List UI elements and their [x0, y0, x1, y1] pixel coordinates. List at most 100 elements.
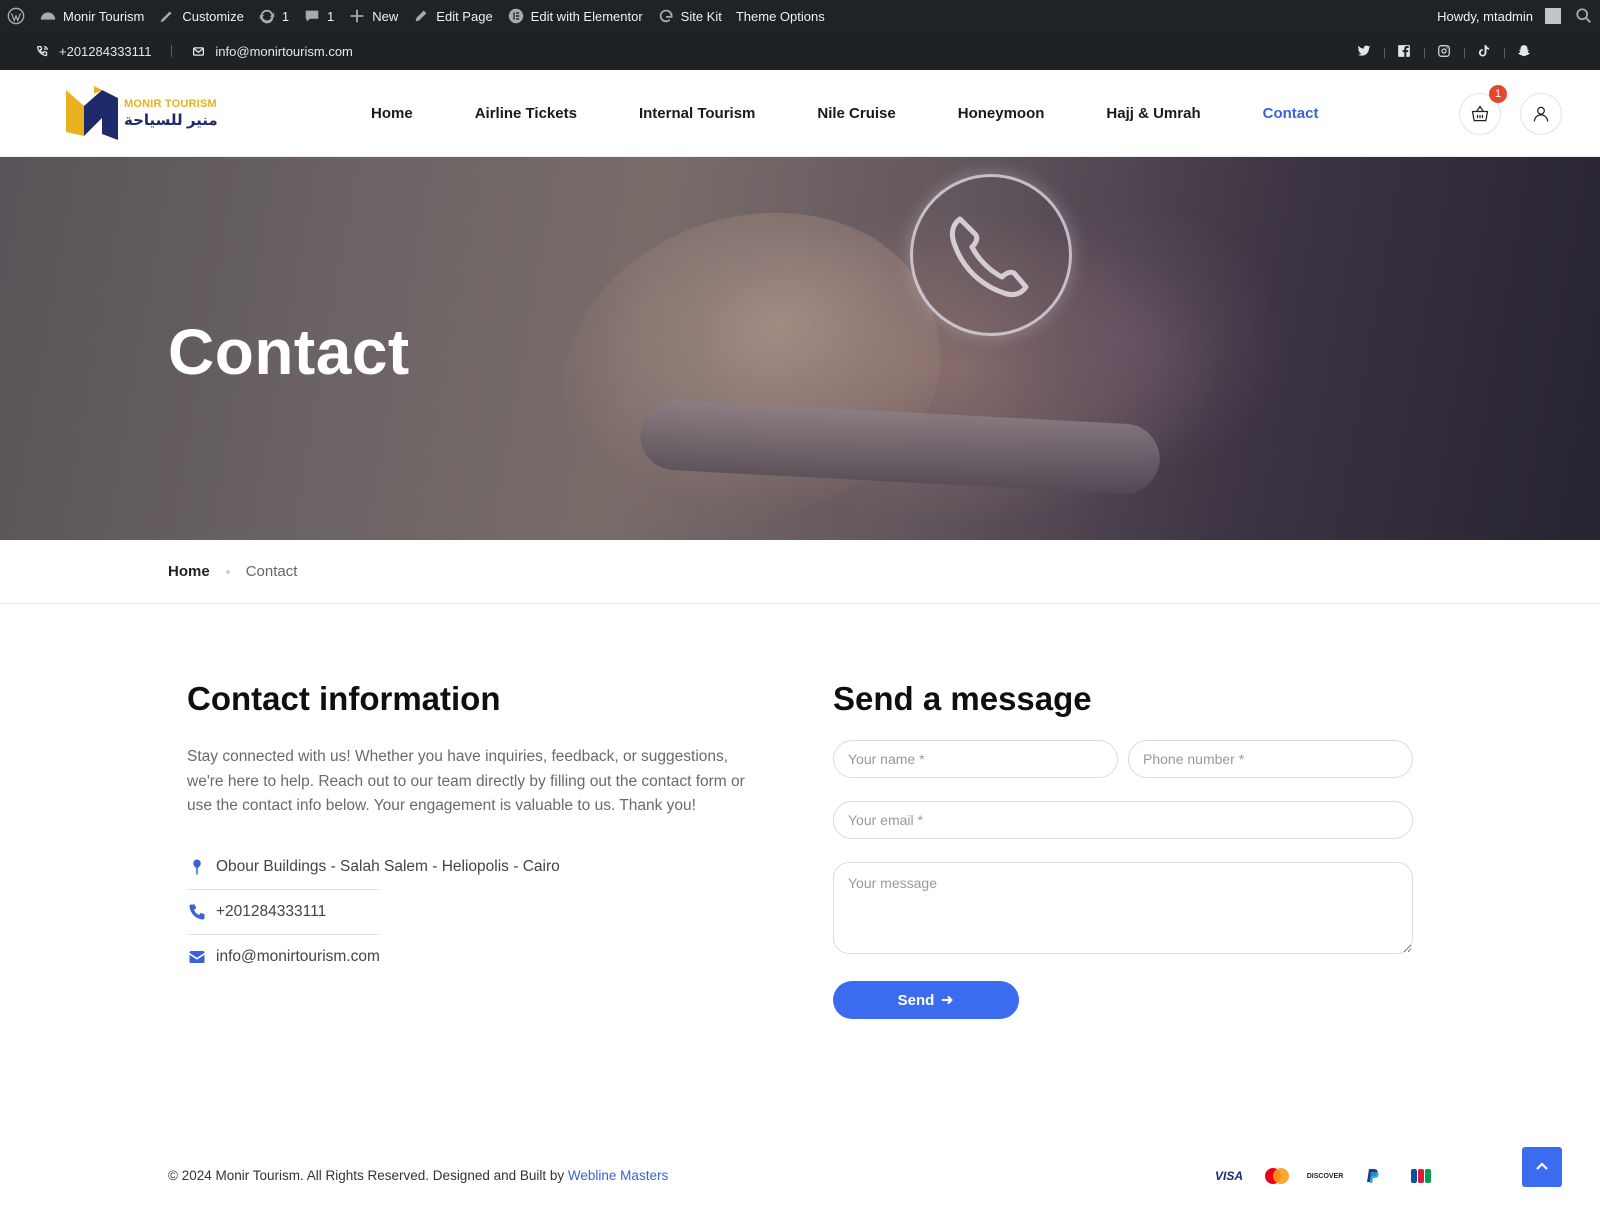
site-logo[interactable]: MONIR TOURISM منير للسياحة [64, 84, 224, 142]
contact-form-title: Send a message [833, 680, 1092, 717]
contact-info-title: Contact information [187, 680, 501, 717]
contact-address: Obour Buildings - Salah Salem - Heliopol… [216, 857, 560, 875]
breadcrumb-home[interactable]: Home [168, 563, 210, 580]
new-label: New [372, 8, 399, 24]
breadcrumb: Home Contact [0, 540, 1600, 604]
edit-page-label: Edit Page [436, 8, 493, 24]
send-button[interactable]: Send [833, 981, 1019, 1019]
theme-options-link[interactable]: Theme Options [729, 0, 832, 32]
customize-label: Customize [182, 8, 244, 24]
nav-honeymoon[interactable]: Honeymoon [927, 105, 1076, 122]
updates-count: 1 [281, 8, 290, 24]
site-name-label: Monir Tourism [63, 8, 145, 24]
mastercard-icon [1253, 1165, 1301, 1187]
logo-text-ar: منير للسياحة [124, 112, 218, 129]
name-input[interactable] [833, 740, 1118, 778]
contact-info-description: Stay connected with us! Whether you have… [187, 748, 745, 814]
nav-contact[interactable]: Contact [1232, 105, 1350, 122]
account-button[interactable] [1520, 93, 1562, 135]
discover-card-icon: DISCOVER [1301, 1165, 1349, 1187]
envelope-icon [187, 947, 207, 967]
nav-internal-tourism[interactable]: Internal Tourism [608, 105, 786, 122]
arrow-right-icon [942, 995, 954, 1005]
contact-info-section: Contact information Stay connected with … [187, 680, 767, 979]
contact-form-section: Send a message Send [833, 680, 1413, 1019]
google-g-icon [659, 9, 673, 23]
name-phone-row [833, 740, 1413, 778]
phone-input[interactable] [1128, 740, 1413, 778]
contact-phone[interactable]: +201284333111 [216, 903, 326, 921]
search-icon [1576, 8, 1592, 24]
edit-elementor-link[interactable]: Edit with Elementor [500, 0, 650, 32]
topbar-phone[interactable]: +201284333111 [59, 44, 151, 59]
breadcrumb-current: Contact [245, 563, 298, 580]
admin-search-button[interactable] [1568, 0, 1600, 32]
edit-elementor-label: Edit with Elementor [530, 8, 643, 24]
comment-icon [305, 10, 319, 22]
twitter-link[interactable] [1344, 44, 1384, 58]
chevron-up-icon [1536, 1162, 1548, 1170]
customize-link[interactable]: Customize [151, 0, 250, 32]
topbar-divider [171, 45, 173, 57]
howdy-label: Howdy, mtadmin [1437, 8, 1533, 24]
contact-address-item: Obour Buildings - Salah Salem - Heliopol… [187, 845, 767, 889]
page-title: Contact [168, 316, 410, 388]
wordpress-logo-button[interactable] [0, 0, 32, 32]
nav-hajj-umrah[interactable]: Hajj & Umrah [1075, 105, 1231, 122]
visa-card-icon: VISA [1205, 1165, 1253, 1187]
site-header: MONIR TOURISM منير للسياحة Home Airline … [0, 70, 1600, 157]
main-nav: Home Airline Tickets Internal Tourism Ni… [340, 70, 1349, 157]
site-kit-label: Site Kit [680, 8, 722, 24]
plus-icon [350, 9, 364, 23]
tiktok-icon [1478, 45, 1490, 57]
location-pin-icon [187, 857, 207, 877]
wp-admin-bar: Monir Tourism Customize 1 1 New Edit Pag… [0, 0, 1600, 32]
admin-bar-right: Howdy, mtadmin [1430, 0, 1600, 32]
contact-details-list: Obour Buildings - Salah Salem - Heliopol… [187, 845, 767, 979]
topbar-email[interactable]: info@monirtourism.com [215, 44, 352, 59]
instagram-icon [1438, 45, 1450, 57]
phone-icon [187, 902, 207, 922]
page-hero-banner: Contact [0, 157, 1600, 540]
cart-button[interactable]: 1 [1459, 85, 1507, 135]
visa-label: VISA [1214, 1169, 1243, 1183]
user-icon [1533, 106, 1549, 122]
snapchat-icon [1518, 45, 1530, 57]
message-textarea[interactable] [833, 862, 1413, 954]
handset-icon [949, 216, 1029, 298]
brush-icon [161, 11, 172, 23]
comments-count: 1 [327, 8, 335, 24]
credit-link[interactable]: Webline Masters [568, 1168, 668, 1183]
jcb-card-icon [1397, 1165, 1445, 1187]
comments-link[interactable]: 1 [296, 0, 341, 32]
snapchat-link[interactable] [1504, 44, 1544, 58]
basket-icon [1471, 105, 1489, 122]
contact-email[interactable]: info@monirtourism.com [216, 948, 380, 966]
facebook-link[interactable] [1384, 44, 1424, 58]
discover-label: DISCOVER [1306, 1172, 1344, 1180]
email-input[interactable] [833, 801, 1413, 839]
nav-airline-tickets[interactable]: Airline Tickets [444, 105, 608, 122]
nav-home[interactable]: Home [340, 105, 444, 122]
logo-text-en: MONIR TOURISM [124, 98, 217, 110]
theme-options-label: Theme Options [735, 8, 825, 24]
footer-copyright: © 2024 Monir Tourism. All Rights Reserve… [168, 1168, 668, 1183]
tiktok-link[interactable] [1464, 44, 1504, 58]
copyright-text: © 2024 Monir Tourism. All Rights Reserve… [168, 1168, 565, 1183]
send-button-label: Send [897, 991, 935, 1009]
twitter-icon [1357, 45, 1371, 56]
new-content-link[interactable]: New [341, 0, 405, 32]
nav-nile-cruise[interactable]: Nile Cruise [786, 105, 926, 122]
breadcrumb-separator [225, 569, 230, 574]
my-account-link[interactable]: Howdy, mtadmin [1430, 0, 1568, 32]
updates-link[interactable]: 1 [251, 0, 296, 32]
mail-icon [193, 46, 205, 56]
phone-icon [36, 45, 49, 56]
cart-count-badge: 1 [1489, 85, 1507, 103]
site-kit-link[interactable]: Site Kit [650, 0, 729, 32]
instagram-link[interactable] [1424, 44, 1464, 58]
site-name-link[interactable]: Monir Tourism [32, 0, 151, 32]
contact-email-item: info@monirtourism.com [187, 935, 767, 979]
edit-page-link[interactable]: Edit Page [405, 0, 499, 32]
scroll-to-top-button[interactable] [1522, 1147, 1562, 1187]
